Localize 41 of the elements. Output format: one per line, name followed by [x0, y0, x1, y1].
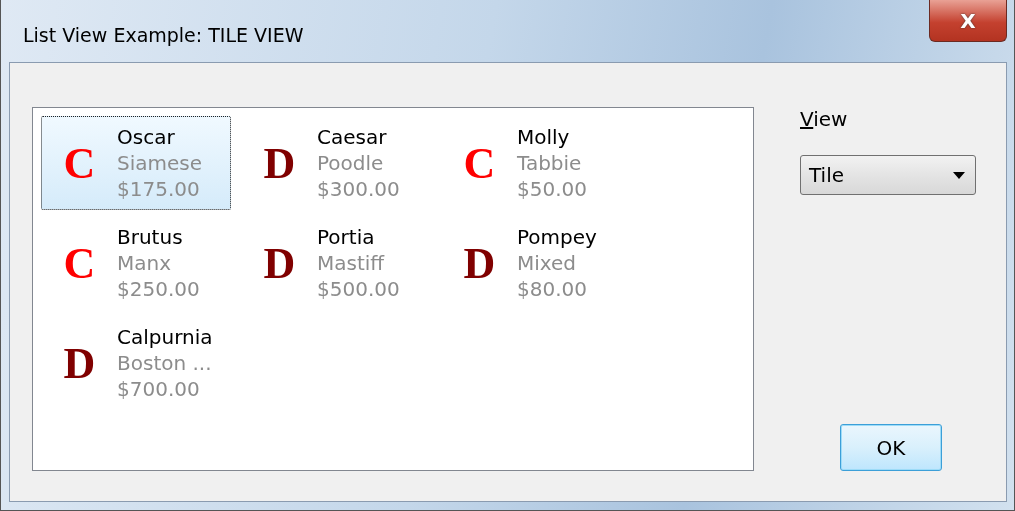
- pet-name: Brutus: [117, 224, 184, 250]
- pet-price: $175.00: [117, 176, 201, 202]
- list-tile[interactable]: D Calpurnia Boston ... $700.00: [41, 316, 231, 410]
- letter-icon: D: [442, 237, 517, 289]
- pet-breed: Poodle: [317, 150, 385, 176]
- ok-button[interactable]: OK: [840, 424, 942, 471]
- view-dropdown[interactable]: Tile: [800, 155, 976, 195]
- list-tile[interactable]: C Molly Tabbie $50.00: [441, 116, 631, 210]
- pet-price: $500.00: [317, 276, 400, 302]
- pet-breed: Tabbie: [517, 150, 583, 176]
- pet-price: $700.00: [117, 376, 201, 402]
- pet-name: Pompey: [517, 224, 597, 250]
- window-title: List View Example: TILE VIEW: [23, 24, 304, 46]
- letter-icon: C: [42, 237, 117, 289]
- letter-icon: D: [242, 137, 317, 189]
- letter-icon: D: [242, 237, 317, 289]
- pet-price: $80.00: [517, 276, 588, 302]
- pet-name: Caesar: [317, 124, 388, 150]
- pet-breed: Mixed: [517, 250, 578, 276]
- pet-breed: Siamese: [117, 150, 203, 176]
- letter-icon: C: [42, 137, 117, 189]
- pet-name: Calpurnia: [117, 324, 213, 350]
- list-tile[interactable]: D Portia Mastiff $500.00: [241, 216, 431, 310]
- pet-price: $50.00: [517, 176, 587, 202]
- close-button[interactable]: X: [929, 0, 1007, 42]
- list-tile[interactable]: D Caesar Poodle $300.00: [241, 116, 431, 210]
- pet-name: Molly: [517, 124, 571, 150]
- pet-name: Oscar: [117, 124, 176, 150]
- list-tile[interactable]: C Oscar Siamese $175.00: [41, 116, 231, 210]
- letter-icon: D: [42, 337, 117, 389]
- pet-breed: Mastiff: [317, 250, 386, 276]
- pet-name: Portia: [317, 224, 376, 250]
- letter-icon: C: [442, 137, 517, 189]
- pet-price: $300.00: [317, 176, 400, 202]
- caret-icon: [953, 171, 965, 179]
- pet-price: $250.00: [117, 276, 200, 302]
- list-tile[interactable]: C Brutus Manx $250.00: [41, 216, 231, 310]
- pet-breed: Manx: [117, 250, 173, 276]
- list-tile[interactable]: D Pompey Mixed $80.00: [441, 216, 631, 310]
- view-label: View: [800, 107, 848, 131]
- pet-breed: Boston ...: [117, 350, 213, 376]
